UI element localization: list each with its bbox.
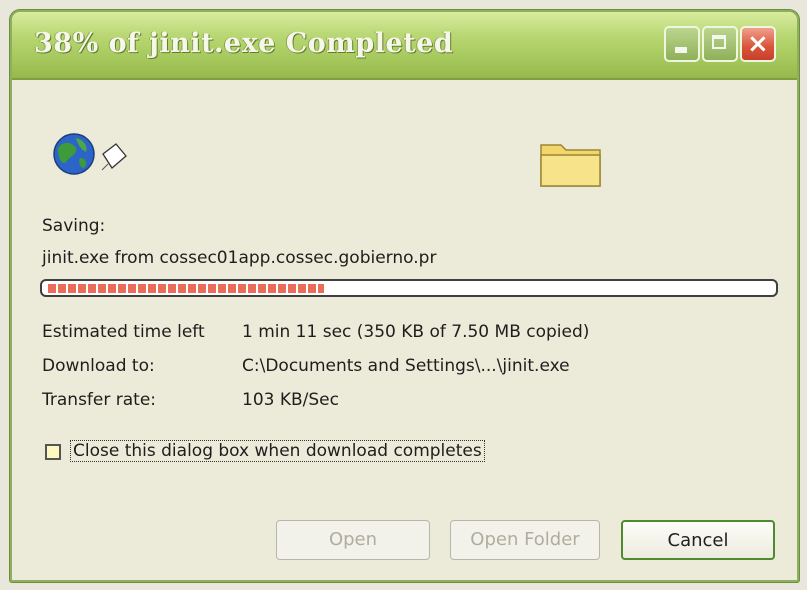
download-progress-bar [40, 279, 778, 297]
saving-label: Saving: [42, 216, 106, 236]
download-to-value: C:\Documents and Settings\...\jinit.exe [242, 356, 570, 376]
close-button[interactable]: × [740, 26, 776, 62]
cancel-button[interactable]: Cancel [621, 520, 775, 560]
maximize-button[interactable] [702, 26, 738, 62]
minimize-button[interactable] [664, 26, 700, 62]
open-folder-button[interactable]: Open Folder [450, 520, 600, 560]
close-when-done-label[interactable]: Close this dialog box when download comp… [70, 440, 485, 462]
source-text: jinit.exe from cossec01app.cossec.gobier… [42, 248, 437, 268]
progress-fill [48, 284, 324, 293]
maximize-icon [712, 35, 726, 49]
download-dialog: 38% of jinit.exe Completed × Saving: jin [10, 10, 799, 582]
close-icon: × [747, 29, 769, 59]
transfer-rate-label: Transfer rate: [42, 390, 157, 410]
minimize-icon [675, 47, 687, 53]
estimated-time-value: 1 min 11 sec (350 KB of 7.50 MB copied) [242, 322, 590, 342]
globe-icon [53, 133, 95, 175]
paper-icon [101, 143, 127, 171]
dialog-content: Saving: jinit.exe from cossec01app.cosse… [12, 80, 797, 580]
estimated-time-label: Estimated time left [42, 322, 205, 342]
download-to-label: Download to: [42, 356, 155, 376]
transfer-rate-value: 103 KB/Sec [242, 390, 339, 410]
folder-icon [540, 144, 601, 187]
window-title: 38% of jinit.exe Completed [34, 28, 454, 59]
title-bar[interactable]: 38% of jinit.exe Completed × [12, 12, 797, 80]
open-button[interactable]: Open [276, 520, 430, 560]
close-when-done-checkbox[interactable] [45, 444, 61, 460]
